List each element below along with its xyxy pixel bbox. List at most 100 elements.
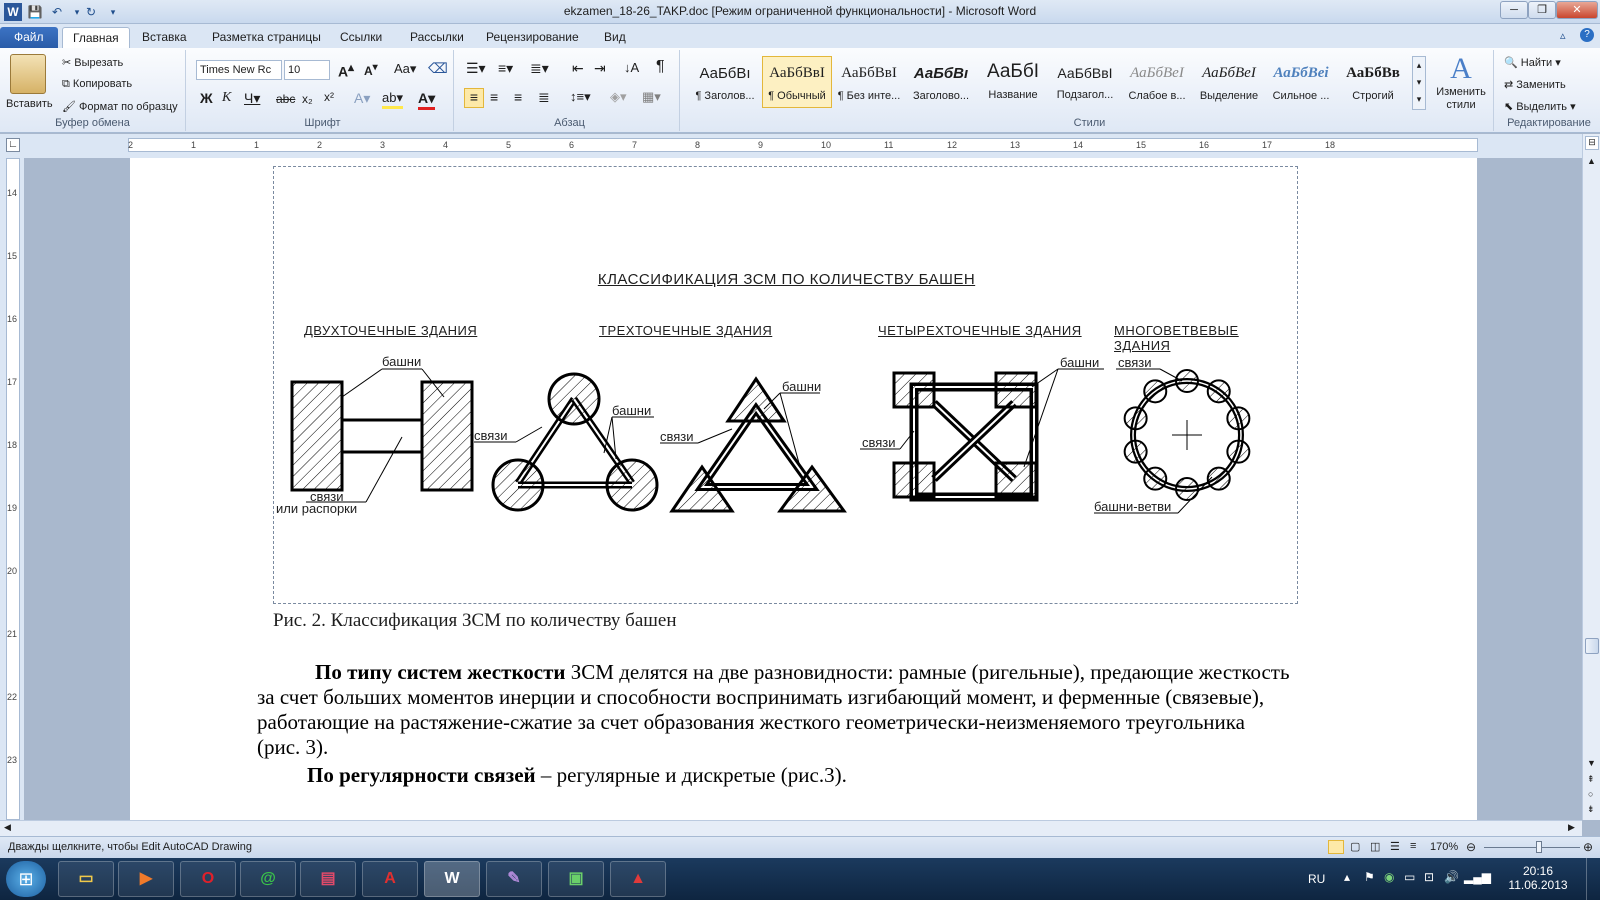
tab-file[interactable]: Файл xyxy=(0,27,58,48)
ribbon-collapse-icon[interactable]: ▵ xyxy=(1560,29,1566,42)
outline-icon[interactable]: ☰ xyxy=(1390,840,1400,853)
font-size-select[interactable]: 10 xyxy=(284,60,330,80)
eye-icon[interactable]: ◉ xyxy=(1384,870,1394,884)
bullets-icon[interactable]: ☰▾ xyxy=(466,60,486,77)
increase-indent-icon[interactable]: ⇥ xyxy=(594,60,606,77)
cut-button[interactable]: ✂ Вырезать xyxy=(62,56,123,69)
help-icon[interactable]: ? xyxy=(1580,28,1594,42)
clock[interactable]: 20:16 11.06.2013 xyxy=(1508,864,1568,892)
tray-expand-icon[interactable]: ▴ xyxy=(1344,870,1350,884)
find-button[interactable]: 🔍 Найти ▾ xyxy=(1504,56,1561,69)
explorer-taskbar-icon[interactable]: ▭ xyxy=(58,861,114,897)
italic-button[interactable]: К xyxy=(222,90,231,106)
scroll-thumb[interactable] xyxy=(1585,638,1599,654)
style-subtitle[interactable]: АаБбВвI Подзагол... xyxy=(1050,56,1120,108)
autocad-drawing[interactable]: КЛАССИФИКАЦИЯ ЗСМ ПО КОЛИЧЕСТВУ БАШЕН ДВ… xyxy=(273,166,1298,604)
align-right-button[interactable]: ≡ xyxy=(514,89,522,105)
borders-icon[interactable]: ▦▾ xyxy=(642,89,661,105)
tab-page-layout[interactable]: Разметка страницы xyxy=(202,27,331,48)
prev-page-icon[interactable]: ⇞ xyxy=(1587,774,1595,785)
horizontal-scrollbar[interactable]: ◀ ▶ xyxy=(0,820,1582,836)
change-case-button[interactable]: Aa▾ xyxy=(394,61,416,77)
shading-icon[interactable]: ◈▾ xyxy=(610,89,627,105)
monitor-taskbar-icon[interactable]: ▣ xyxy=(548,861,604,897)
align-left-button[interactable]: ≡ xyxy=(464,88,484,108)
style-heading[interactable]: АаБбВı Заголово... xyxy=(906,56,976,108)
scroll-up-icon[interactable]: ▲ xyxy=(1587,156,1596,166)
acrobat-taskbar-icon[interactable]: A xyxy=(362,861,418,897)
signal-icon[interactable]: ▂▄▆ xyxy=(1464,870,1491,884)
line-spacing-icon[interactable]: ↕≡▾ xyxy=(570,89,591,105)
network-icon[interactable]: ⊡ xyxy=(1424,870,1434,884)
volume-icon[interactable]: 🔊 xyxy=(1444,870,1459,884)
shrink-font-button[interactable]: A▾ xyxy=(364,62,378,78)
scroll-left-icon[interactable]: ◀ xyxy=(4,822,11,833)
style-subtle-emphasis[interactable]: АаБбВеI Слабое в... xyxy=(1122,56,1192,108)
zoom-slider-thumb[interactable] xyxy=(1536,841,1542,853)
flag-icon[interactable]: ⚑ xyxy=(1364,870,1375,884)
draft-icon[interactable]: ≡ xyxy=(1410,840,1416,852)
replace-button[interactable]: ⇄ Заменить xyxy=(1504,78,1566,91)
tab-home[interactable]: Главная xyxy=(62,27,130,48)
browse-object-icon[interactable]: ○ xyxy=(1588,789,1593,799)
style-normal[interactable]: АаБбВвI ¶ Обычный xyxy=(762,56,832,108)
tab-insert[interactable]: Вставка xyxy=(132,27,197,48)
subscript-button[interactable]: x₂ xyxy=(302,92,313,106)
numbering-icon[interactable]: ≡▾ xyxy=(498,60,513,77)
language-indicator[interactable]: RU xyxy=(1308,872,1325,886)
app-taskbar-icon[interactable]: ✎ xyxy=(486,861,542,897)
bold-button[interactable]: Ж xyxy=(200,90,213,106)
superscript-button[interactable]: x² xyxy=(324,90,334,104)
vertical-ruler[interactable]: 14 15 16 17 18 19 20 21 22 23 xyxy=(0,158,24,820)
highlight-button[interactable]: ab▾ xyxy=(382,90,403,109)
show-desktop-button[interactable] xyxy=(1586,858,1600,900)
vertical-scrollbar[interactable]: ⊟ ▲ ▼ ⇞ ○ ⇟ xyxy=(1582,134,1600,820)
paste-icon[interactable] xyxy=(10,54,46,94)
zoom-level[interactable]: 170% xyxy=(1430,841,1458,853)
zoom-slider-track[interactable] xyxy=(1484,847,1580,848)
font-name-select[interactable]: Times New Rc xyxy=(196,60,282,80)
paragraph-2[interactable]: По регулярности связей – регулярные и ди… xyxy=(257,763,1387,788)
style-emphasis[interactable]: АаБбВеI Выделение xyxy=(1194,56,1264,108)
style-title[interactable]: АаБбI Название xyxy=(978,56,1048,108)
justify-button[interactable]: ≣ xyxy=(538,89,550,106)
font-color-button[interactable]: A▾ xyxy=(418,90,436,110)
scroll-right-icon[interactable]: ▶ xyxy=(1568,822,1575,833)
multilevel-list-icon[interactable]: ≣▾ xyxy=(530,60,549,77)
strikethrough-button[interactable]: abc xyxy=(276,92,295,106)
paragraph-1[interactable]: По типу систем жесткости ЗСМ делятся на … xyxy=(257,660,1387,760)
zoom-out-icon[interactable]: ⊖ xyxy=(1466,840,1476,854)
change-styles-button[interactable]: A Изменить стили xyxy=(1432,52,1490,112)
winrar-taskbar-icon[interactable]: ▤ xyxy=(300,861,356,897)
text-effects-button[interactable]: A▾ xyxy=(354,90,370,107)
style-heading1[interactable]: АаБбВı ¶ Заголов... xyxy=(690,56,760,108)
minimize-button[interactable]: ─ xyxy=(1500,1,1528,19)
copy-button[interactable]: ⧉ Копировать xyxy=(62,78,132,91)
tab-references[interactable]: Ссылки xyxy=(330,27,392,48)
format-painter-button[interactable]: 🖌 Формат по образцу xyxy=(62,100,178,113)
underline-button[interactable]: Ч▾ xyxy=(244,90,260,107)
style-intense-emphasis[interactable]: АаБбВеi Сильное ... xyxy=(1266,56,1336,108)
grow-font-button[interactable]: A▴ xyxy=(338,60,354,80)
select-button[interactable]: ⬉ Выделить ▾ xyxy=(1504,100,1576,113)
display-icon[interactable]: ▭ xyxy=(1404,870,1415,884)
tab-mailings[interactable]: Рассылки xyxy=(400,27,474,48)
tab-view[interactable]: Вид xyxy=(594,27,636,48)
full-screen-reading-icon[interactable]: ▢ xyxy=(1350,840,1360,853)
sort-icon[interactable]: ↓A xyxy=(624,60,639,75)
maximize-button[interactable]: ❐ xyxy=(1528,1,1556,19)
close-button[interactable]: ✕ xyxy=(1556,1,1598,19)
ruler-toggle-icon[interactable]: ⊟ xyxy=(1585,136,1599,150)
align-center-button[interactable]: ≡ xyxy=(490,89,498,105)
show-formatting-icon[interactable]: ¶ xyxy=(656,58,665,76)
clear-format-icon[interactable]: ⌫ xyxy=(428,60,448,77)
opera-taskbar-icon[interactable]: O xyxy=(180,861,236,897)
next-page-icon[interactable]: ⇟ xyxy=(1587,804,1595,815)
styles-scroll-icon[interactable]: ▴ ▾ ▾ xyxy=(1412,56,1426,110)
scroll-down-icon[interactable]: ▼ xyxy=(1587,758,1596,768)
style-strong[interactable]: АаБбВв Строгий xyxy=(1338,56,1408,108)
decrease-indent-icon[interactable]: ⇤ xyxy=(572,60,584,77)
paste-button[interactable]: Вставить xyxy=(6,98,53,110)
web-layout-icon[interactable]: ◫ xyxy=(1370,840,1380,853)
media-player-taskbar-icon[interactable]: ▶ xyxy=(118,861,174,897)
